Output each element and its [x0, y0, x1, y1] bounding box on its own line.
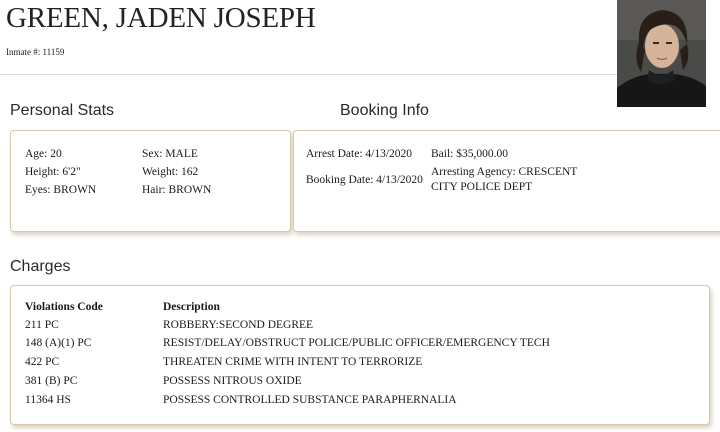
charge-code: 148 (A)(1) PC [25, 337, 92, 349]
booking-date-value: Booking Date: 4/13/2020 [306, 174, 423, 186]
arresting-agency-value: Arresting Agency: CRESCENT CITY POLICE D… [431, 166, 578, 193]
arrest-date-value: Arrest Date: 4/13/2020 [306, 148, 413, 160]
charges-heading: Charges [10, 258, 71, 275]
header-divider [0, 74, 617, 75]
charges-card: Violations Code Description 211 PC ROBBE… [10, 285, 710, 425]
charge-code: 422 PC [25, 356, 60, 368]
weight-value: Weight: 162 [142, 166, 199, 178]
booking-info-heading: Booking Info [340, 102, 429, 119]
personal-stats-heading: Personal Stats [10, 102, 115, 119]
charge-description: THREATEN CRIME WITH INTENT TO TERRORIZE [163, 356, 423, 368]
sex-value: Sex: MALE [142, 148, 198, 160]
hair-value: Hair: BROWN [142, 184, 212, 196]
height-value: Height: 6'2" [25, 166, 81, 178]
description-header: Description [163, 301, 220, 313]
inmate-name: GREEN, JADEN JOSEPH [6, 2, 316, 34]
age-value: Age: 20 [25, 148, 62, 160]
charge-code: 381 (B) PC [25, 375, 78, 387]
charge-description: RESIST/DELAY/OBSTRUCT POLICE/PUBLIC OFFI… [163, 337, 550, 349]
charge-description: POSSESS NITROUS OXIDE [163, 375, 302, 387]
charge-code: 211 PC [25, 319, 59, 331]
booking-info-card: Arrest Date: 4/13/2020 Bail: $35,000.00 … [293, 130, 720, 232]
charge-code: 11364 HS [25, 394, 71, 406]
mugshot-image [617, 0, 706, 107]
charge-description: POSSESS CONTROLLED SUBSTANCE PARAPHERNAL… [163, 394, 457, 406]
inmate-photo [617, 0, 706, 107]
bail-value: Bail: $35,000.00 [431, 148, 508, 160]
eyes-value: Eyes: BROWN [25, 184, 97, 196]
personal-stats-card: Age: 20 Sex: MALE Height: 6'2" Weight: 1… [10, 130, 291, 232]
inmate-number: Inmate #: 11159 [6, 47, 65, 57]
charge-description: ROBBERY:SECOND DEGREE [163, 319, 314, 331]
violations-code-header: Violations Code [25, 301, 103, 313]
